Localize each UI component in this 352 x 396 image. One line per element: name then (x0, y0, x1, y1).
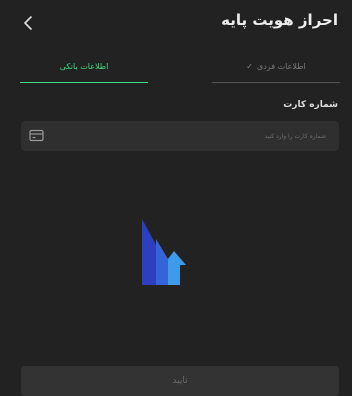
tab-personal-info-label: اطلاعات فردی (256, 62, 306, 71)
credit-card-icon (29, 129, 44, 142)
tab-bank-info[interactable]: اطلاعات بانکی (20, 48, 148, 83)
card-number-label: شماره کارت (283, 100, 338, 110)
check-icon: ✓ (246, 62, 253, 71)
card-number-field[interactable] (21, 121, 339, 151)
confirm-button[interactable]: تایید (21, 366, 339, 396)
tab-bar: اطلاعات بانکی اطلاعات فردی✓ (0, 48, 352, 84)
chevron-left-icon[interactable] (20, 15, 36, 31)
card-number-input[interactable] (61, 121, 326, 151)
tab-personal-info[interactable]: اطلاعات فردی✓ (212, 48, 340, 83)
tab-bank-info-label: اطلاعات بانکی (59, 62, 109, 71)
app-logo-icon (142, 219, 186, 285)
header: احراز هویت پایه (0, 0, 352, 46)
page-title: احراز هویت پایه (221, 11, 338, 29)
